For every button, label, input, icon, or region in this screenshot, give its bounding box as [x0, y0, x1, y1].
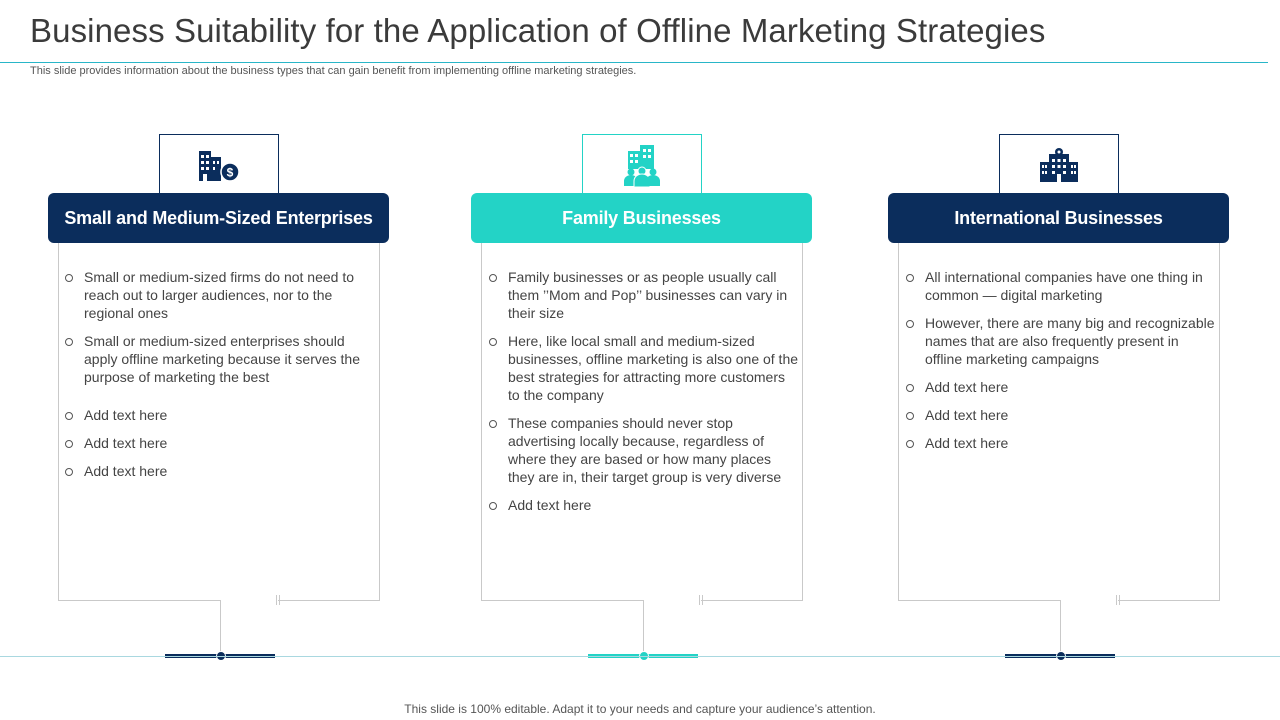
divider-tick	[699, 595, 700, 605]
list-item: Small or medium-sized enterprises should…	[65, 332, 375, 386]
card-bottom-border	[481, 600, 644, 601]
icon-frame: $	[159, 134, 279, 194]
column-family-businesses: Family Businesses Family businesses or a…	[471, 134, 813, 664]
footer-note: This slide is 100% editable. Adapt it to…	[404, 702, 876, 716]
bullet-list: All international companies have one thi…	[906, 268, 1216, 462]
divider-tick	[279, 595, 280, 605]
bullet-list: Small or medium-sized firms do not need …	[65, 268, 375, 490]
list-item: Add text here	[65, 434, 375, 452]
divider-tick	[1119, 595, 1120, 605]
divider-tick	[1116, 595, 1117, 605]
card-bottom-border	[278, 600, 380, 601]
divider-tick	[702, 595, 703, 605]
icon-frame	[999, 134, 1119, 194]
card-bottom-border	[1118, 600, 1220, 601]
list-item: Small or medium-sized firms do not need …	[65, 268, 375, 322]
list-item: Add text here	[489, 496, 799, 514]
column-heading: International Businesses	[888, 193, 1229, 243]
column-heading: Family Businesses	[471, 193, 812, 243]
slide-subtitle: This slide provides information about th…	[30, 65, 637, 77]
list-item: Family businesses or as people usually c…	[489, 268, 799, 322]
connector-stem	[1060, 600, 1061, 656]
card-bottom-border	[701, 600, 803, 601]
connector-stem	[220, 600, 221, 656]
column-heading: Small and Medium-Sized Enterprises	[48, 193, 389, 243]
bullet-list: Family businesses or as people usually c…	[489, 268, 799, 524]
list-item: Add text here	[906, 378, 1216, 396]
list-item: Add text here	[906, 434, 1216, 452]
building-people-icon	[624, 144, 660, 187]
column-small-medium-enterprises: $ Small and Medium-Sized Enterprises Sma…	[48, 134, 390, 664]
card-bottom-border	[58, 600, 221, 601]
column-international-businesses: International Businesses All internation…	[888, 134, 1230, 664]
slide-title: Business Suitability for the Application…	[30, 12, 1046, 49]
list-item: All international companies have one thi…	[906, 268, 1216, 304]
list-item: Add text here	[906, 406, 1216, 424]
office-building-icon	[1040, 147, 1078, 182]
list-item: Here, like local small and medium-sized …	[489, 332, 799, 404]
timeline-baseline	[0, 656, 1280, 657]
title-divider	[0, 62, 1268, 63]
list-item: Add text here	[65, 406, 375, 424]
list-item: Add text here	[65, 462, 375, 480]
connector-stem	[643, 600, 644, 656]
card-bottom-border	[898, 600, 1061, 601]
list-item: However, there are many big and recogniz…	[906, 314, 1216, 368]
svg-text:$: $	[227, 165, 234, 179]
icon-frame	[582, 134, 702, 194]
list-item: These companies should never stop advert…	[489, 414, 799, 486]
building-dollar-icon: $	[199, 150, 240, 182]
divider-tick	[276, 595, 277, 605]
